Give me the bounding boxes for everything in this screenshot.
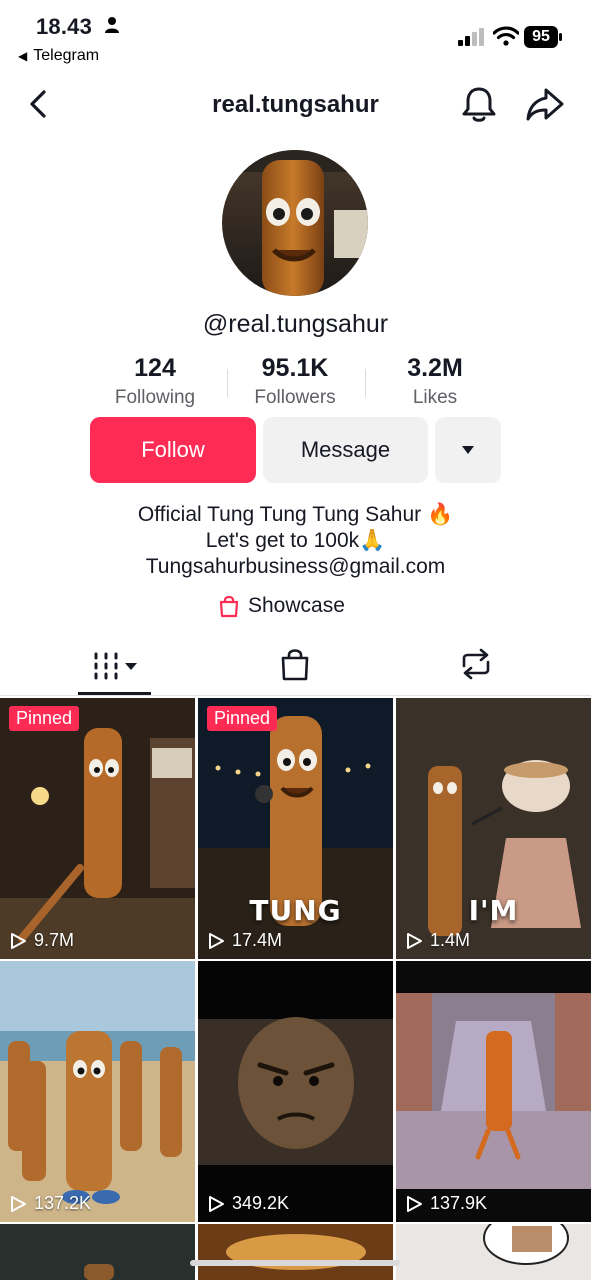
video-thumbnail-image <box>198 1224 393 1280</box>
video-thumbnail[interactable] <box>0 1224 195 1280</box>
video-thumbnail[interactable] <box>198 1224 393 1280</box>
followers-label: Followers <box>254 387 336 408</box>
video-thumbnail[interactable]: 349.2K <box>198 961 393 1222</box>
home-indicator[interactable] <box>190 1260 400 1266</box>
tab-videos[interactable] <box>92 646 140 686</box>
view-count-label: 17.4M <box>232 930 283 950</box>
videos-grid-icon <box>94 652 137 680</box>
video-thumbnail-image <box>396 961 591 1222</box>
battery-icon: 95 <box>524 26 562 48</box>
play-icon <box>209 1195 224 1212</box>
status-time: 18.43 <box>36 14 93 39</box>
view-count-label: 1.4M <box>430 930 471 950</box>
view-count: 9.7M <box>9 930 74 951</box>
chevron-down-icon <box>462 446 474 454</box>
view-count: 137.2K <box>9 1193 91 1214</box>
view-count-label: 137.9K <box>430 1193 488 1213</box>
video-thumbnail-image <box>0 1224 195 1280</box>
follow-button[interactable]: Follow <box>90 417 256 483</box>
stat-followers[interactable]: 95.1K Followers <box>225 354 365 409</box>
wifi-icon <box>493 26 519 46</box>
showcase-label: Showcase <box>248 594 345 617</box>
video-thumbnail-image <box>198 961 393 1222</box>
person-icon <box>105 17 119 33</box>
tab-divider <box>0 695 591 696</box>
message-button[interactable]: Message <box>263 417 428 483</box>
view-count: 17.4M <box>207 930 282 951</box>
video-caption-overlay: I'M <box>468 894 519 927</box>
pinned-badge: Pinned <box>9 706 80 731</box>
play-icon <box>11 1195 26 1212</box>
back-triangle-icon: ◀ <box>18 49 28 63</box>
video-thumbnail[interactable]: Pinned TUNG 17.4M <box>198 698 393 959</box>
bio-line: Official Tung Tung Tung Sahur 🔥 <box>137 503 454 526</box>
play-icon <box>407 932 422 949</box>
following-count: 124 <box>134 354 176 382</box>
view-count: 349.2K <box>207 1193 289 1214</box>
video-thumbnail[interactable]: 137.9K <box>396 961 591 1222</box>
shop-bag-icon <box>281 649 309 681</box>
status-bar: 18.43 ◀ Telegram 95 <box>0 0 591 70</box>
video-thumbnail-image <box>0 961 195 1222</box>
profile-avatar[interactable] <box>222 150 368 296</box>
back-app-label: Telegram <box>33 47 100 64</box>
battery-level: 95 <box>532 28 550 45</box>
video-thumbnail-image <box>0 698 195 959</box>
repost-icon <box>462 648 490 680</box>
play-icon <box>11 932 26 949</box>
pinned-badge: Pinned <box>207 706 278 731</box>
video-thumbnail[interactable]: I'M 1.4M <box>396 698 591 959</box>
video-thumbnail-image <box>396 1224 591 1280</box>
likes-label: Likes <box>412 387 458 408</box>
profile-bio: Official Tung Tung Tung Sahur 🔥 Let's ge… <box>0 502 591 580</box>
more-options-button[interactable] <box>435 417 501 483</box>
view-count-label: 137.2K <box>34 1193 92 1213</box>
likes-count: 3.2M <box>407 354 463 382</box>
followers-count: 95.1K <box>261 354 329 382</box>
share-icon[interactable] <box>524 84 566 124</box>
video-thumbnail[interactable] <box>396 1224 591 1280</box>
bio-line: Let's get to 100k🙏 <box>205 529 386 552</box>
page-title: real.tungsahur <box>212 91 379 118</box>
back-to-app-link[interactable]: ◀ Telegram <box>18 47 99 65</box>
play-icon <box>209 932 224 949</box>
stat-likes[interactable]: 3.2M Likes <box>365 354 505 409</box>
cell-signal-icon <box>458 28 484 46</box>
video-caption-overlay: TUNG <box>249 894 342 927</box>
following-label: Following <box>114 387 196 408</box>
showcase-link[interactable]: Showcase <box>218 592 345 620</box>
tab-shop[interactable] <box>280 646 310 686</box>
play-icon <box>407 1195 422 1212</box>
stat-following[interactable]: 124 Following <box>85 354 225 409</box>
video-thumbnail[interactable]: 137.2K <box>0 961 195 1222</box>
video-thumbnail[interactable]: Pinned 9.7M <box>0 698 195 959</box>
view-count-label: 349.2K <box>232 1193 290 1213</box>
tab-reposts[interactable] <box>458 646 494 686</box>
bio-email[interactable]: Tungsahurbusiness@gmail.com <box>0 554 591 580</box>
view-count: 1.4M <box>405 930 470 951</box>
shopping-bag-icon <box>219 595 239 618</box>
view-count: 137.9K <box>405 1193 487 1214</box>
view-count-label: 9.7M <box>34 930 75 950</box>
bell-icon[interactable] <box>460 84 498 124</box>
profile-handle: @real.tungsahur <box>202 310 389 338</box>
